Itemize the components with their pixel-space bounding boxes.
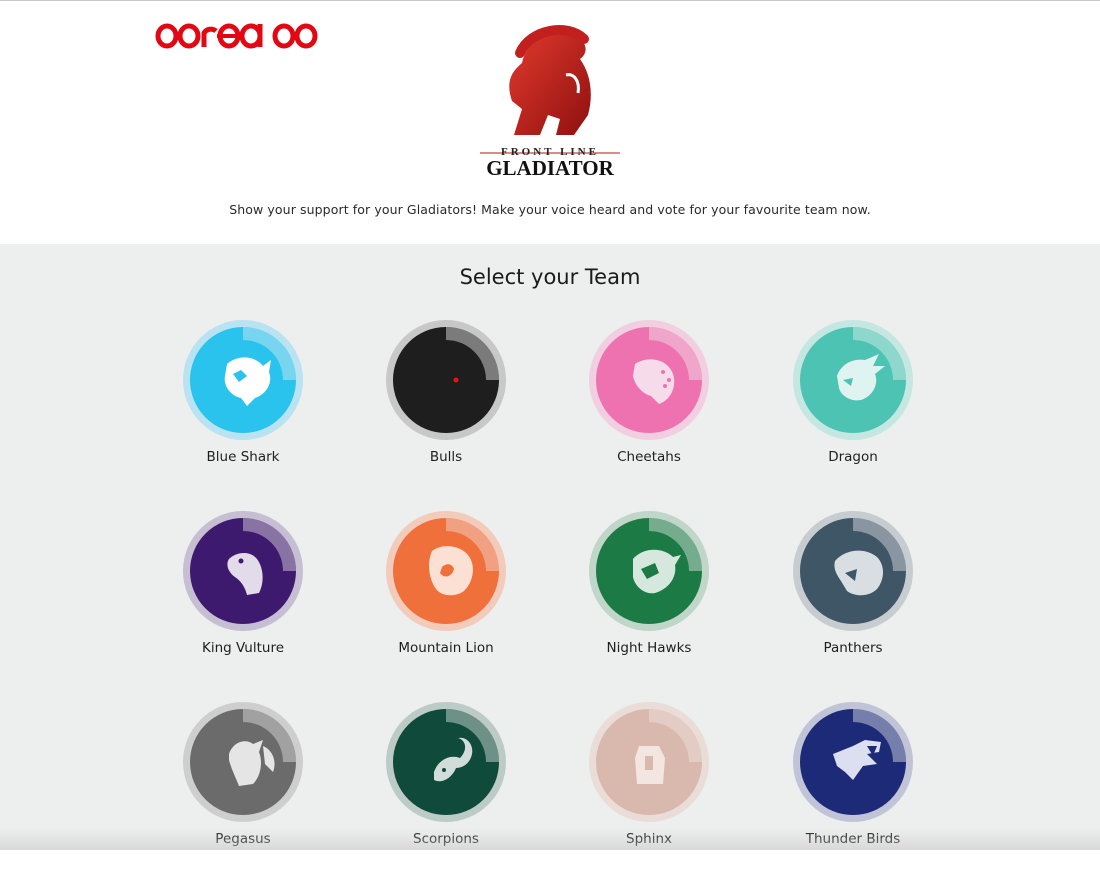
team-name: Sphinx xyxy=(626,831,672,847)
sphinx-icon[interactable] xyxy=(589,702,709,822)
scorpion-icon[interactable] xyxy=(386,702,506,822)
bull-icon[interactable] xyxy=(386,320,506,440)
panther-icon[interactable] xyxy=(793,511,913,631)
team-name: Cheetahs xyxy=(617,449,681,465)
vulture-icon[interactable] xyxy=(183,511,303,631)
team-name: Dragon xyxy=(828,449,878,465)
thunderbird-icon[interactable] xyxy=(793,702,913,822)
team-name: Thunder Birds xyxy=(805,831,901,847)
cheetah-icon[interactable] xyxy=(589,320,709,440)
pegasus-icon[interactable] xyxy=(183,702,303,822)
section-title: Select your Team xyxy=(459,265,641,289)
tagline: Show your support for your Gladiators! M… xyxy=(229,202,871,217)
team-king-vulture[interactable]: King Vulture xyxy=(163,511,323,681)
header: FRONT LINE GLADIATOR Show your support f… xyxy=(0,1,1100,244)
team-name: Pegasus xyxy=(215,831,271,847)
team-name: Blue Shark xyxy=(206,449,280,465)
team-name: Panthers xyxy=(823,640,883,656)
hawk-icon[interactable] xyxy=(589,511,709,631)
team-dragon[interactable]: Dragon xyxy=(773,320,933,490)
team-mountain-lion[interactable]: Mountain Lion xyxy=(366,511,526,681)
team-panthers[interactable]: Panthers xyxy=(773,511,933,681)
team-thunder-birds[interactable]: Thunder Birds xyxy=(773,702,933,872)
gladiator-logo[interactable]: FRONT LINE GLADIATOR xyxy=(470,23,630,183)
team-name: Mountain Lion xyxy=(398,640,494,656)
ooredoo-logo[interactable] xyxy=(155,21,320,51)
team-name: Scorpions xyxy=(413,831,479,847)
team-blue-shark[interactable]: Blue Shark xyxy=(163,320,323,490)
team-cheetahs[interactable]: Cheetahs xyxy=(569,320,729,490)
team-bulls[interactable]: Bulls xyxy=(366,320,526,490)
team-name: Bulls xyxy=(429,449,463,465)
team-scorpions[interactable]: Scorpions xyxy=(366,702,526,872)
team-name: Night Hawks xyxy=(606,640,692,656)
team-name: King Vulture xyxy=(201,640,285,656)
team-night-hawks[interactable]: Night Hawks xyxy=(569,511,729,681)
lion-icon[interactable] xyxy=(386,511,506,631)
dragon-icon[interactable] xyxy=(793,320,913,440)
logo-bottom-text: GLADIATOR xyxy=(486,156,614,180)
team-sphinx[interactable]: Sphinx xyxy=(569,702,729,872)
shark-icon[interactable] xyxy=(183,320,303,440)
team-pegasus[interactable]: Pegasus xyxy=(163,702,323,872)
